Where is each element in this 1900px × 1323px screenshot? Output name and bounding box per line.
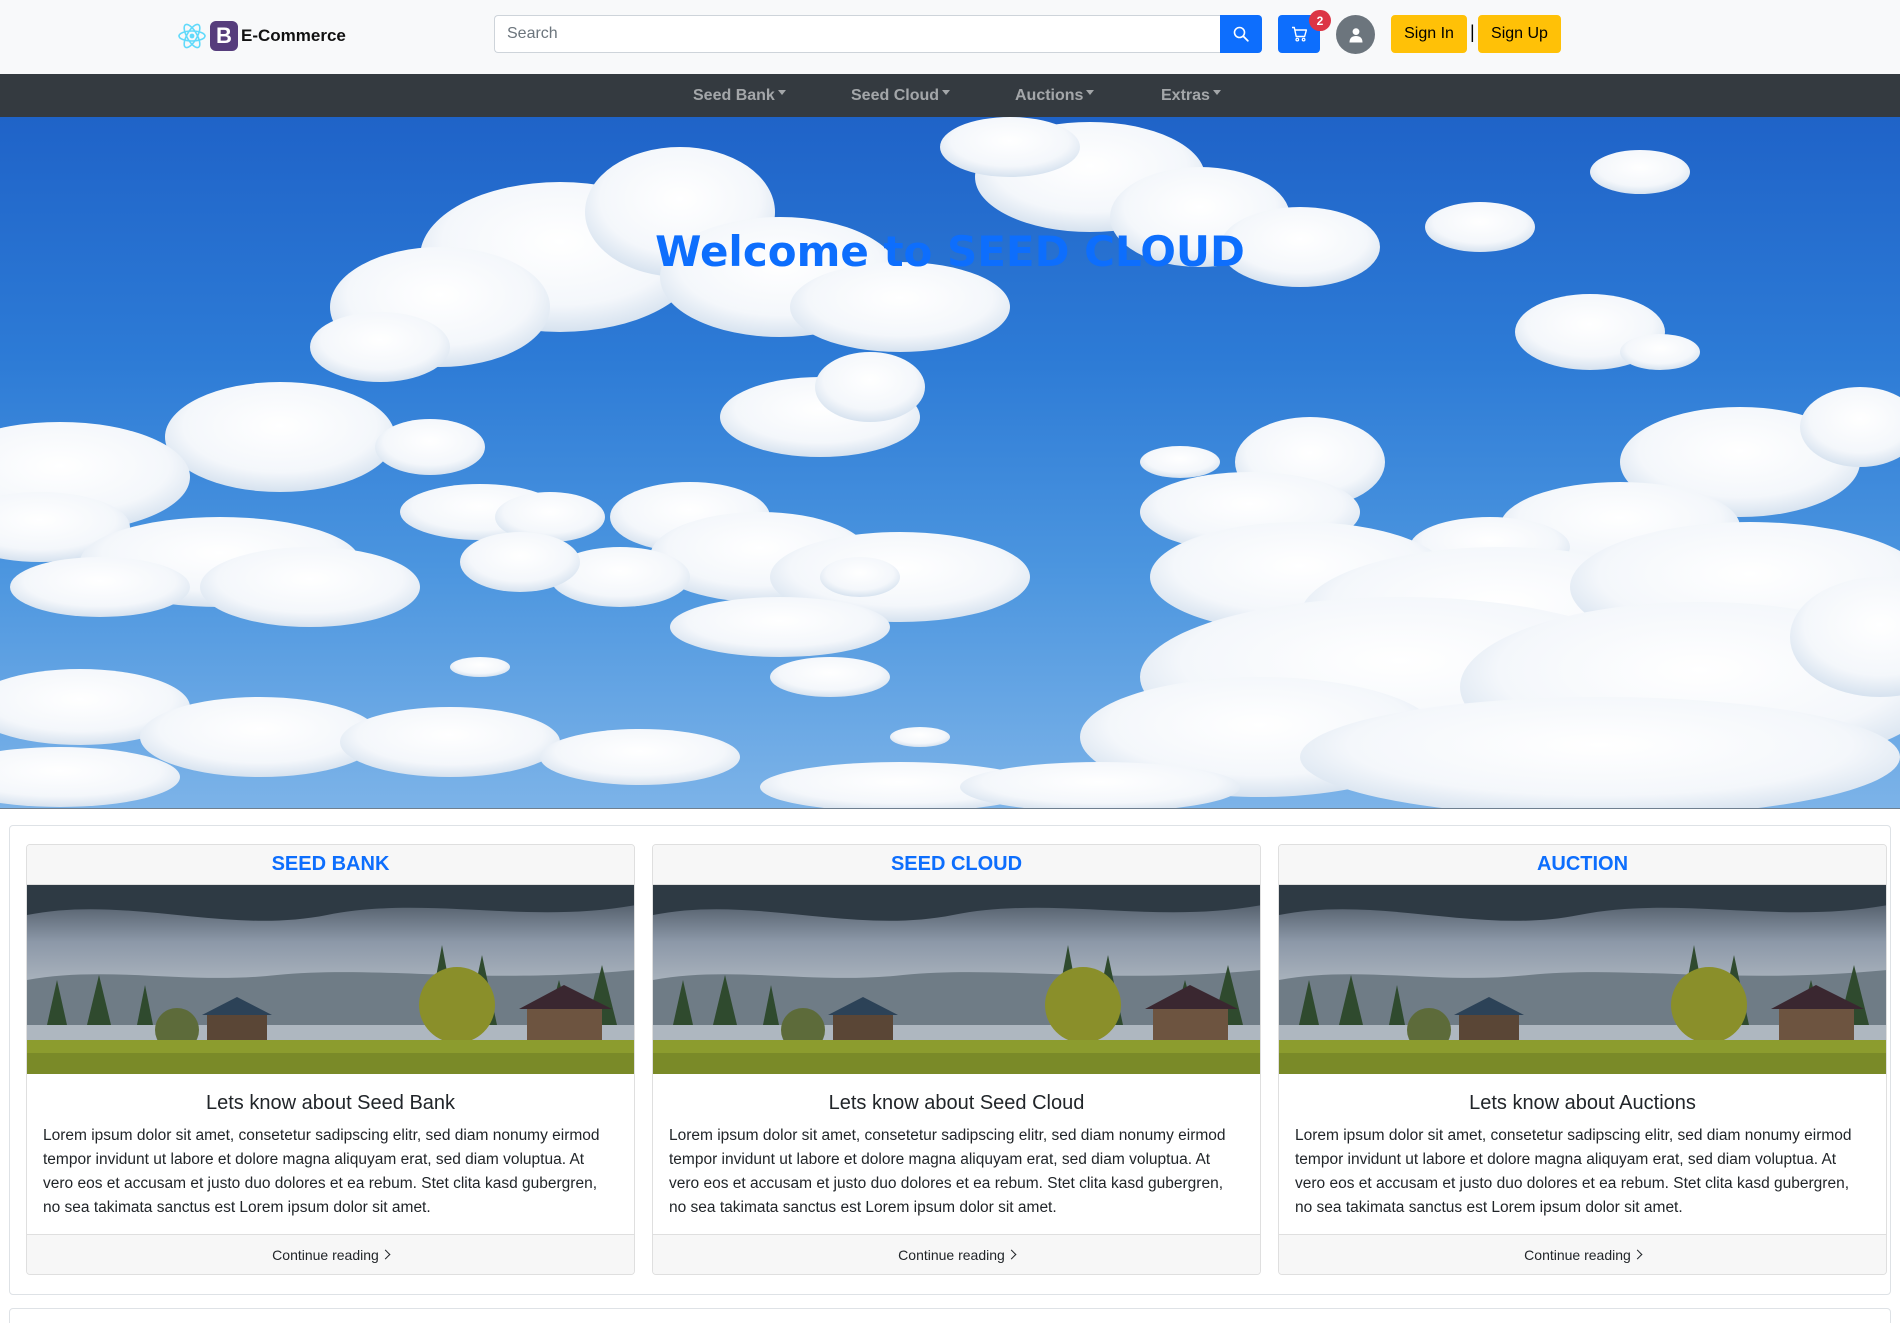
card-header: SEED BANK (27, 845, 634, 885)
search-bar (494, 15, 1262, 53)
brand-name: E-Commerce (241, 26, 346, 45)
chevron-right-icon (1006, 1249, 1017, 1260)
card-title: Lets know about Seed Cloud (828, 1092, 1085, 1114)
nav-item-label: Seed Bank (693, 86, 775, 104)
continue-reading-link[interactable]: Continue reading (27, 1234, 634, 1274)
caret-down-icon (942, 90, 951, 95)
card-title: Lets know about Seed Bank (205, 1092, 456, 1114)
landscape-image (27, 885, 634, 1074)
main-nav: Seed Bank Seed Cloud Auctions Extras (0, 74, 1900, 117)
caret-down-icon (777, 90, 786, 95)
card-text: Lorem ipsum dolor sit amet, consetetur s… (1295, 1127, 1852, 1216)
nav-item-label: Extras (1161, 86, 1210, 104)
user-avatar-button[interactable] (1336, 15, 1375, 54)
continue-reading-label: Continue reading (272, 1246, 379, 1263)
nav-seed-cloud-dropdown[interactable]: Seed Cloud (851, 74, 951, 117)
landscape-image (1279, 885, 1886, 1074)
card-seed-bank: SEED BANK Lets know about Seed Bank Lore… (26, 844, 635, 1275)
caret-down-icon (1212, 90, 1221, 95)
continue-reading-link[interactable]: Continue reading (653, 1234, 1260, 1274)
react-logo-icon (178, 23, 206, 49)
continue-reading-label: Continue reading (898, 1246, 1005, 1263)
cart-icon (1291, 26, 1307, 42)
landscape-image (653, 885, 1260, 1074)
continue-reading-label: Continue reading (1524, 1246, 1631, 1263)
next-section (9, 1308, 1891, 1323)
sign-up-button[interactable]: Sign Up (1478, 15, 1561, 53)
card-seed-cloud: SEED CLOUD Lets know about Seed Cloud Lo… (652, 844, 1261, 1275)
card-text: Lorem ipsum dolor sit amet, consetetur s… (43, 1127, 600, 1216)
search-icon (1233, 26, 1249, 42)
card-text: Lorem ipsum dolor sit amet, consetetur s… (669, 1127, 1226, 1216)
nav-extras-dropdown[interactable]: Extras (1161, 74, 1221, 117)
caret-down-icon (1086, 90, 1095, 95)
nav-auctions-dropdown[interactable]: Auctions (1015, 74, 1095, 117)
continue-reading-link[interactable]: Continue reading (1279, 1234, 1886, 1274)
chevron-right-icon (380, 1249, 391, 1260)
nav-item-label: Auctions (1015, 86, 1084, 104)
search-button[interactable] (1220, 15, 1262, 53)
hero-banner: Welcome to SEED CLOUD (0, 117, 1900, 809)
brand-logo[interactable]: B E-Commerce (177, 20, 346, 52)
card-title: Lets know about Auctions (1469, 1092, 1696, 1114)
sky-clouds-image (0, 117, 1900, 808)
nav-seed-bank-dropdown[interactable]: Seed Bank (693, 74, 786, 117)
chevron-right-icon (1632, 1249, 1643, 1260)
nav-item-label: Seed Cloud (851, 86, 940, 104)
bootstrap-logo-icon: B (210, 21, 238, 51)
button-separator: | (1470, 22, 1475, 42)
search-input[interactable] (494, 15, 1220, 53)
sign-in-button[interactable]: Sign In (1391, 15, 1467, 53)
hero-title: Welcome to SEED CLOUD (655, 227, 1245, 276)
cart-count-badge: 2 (1309, 10, 1331, 31)
card-auction: AUCTION Lets know about Auctions Lorem i… (1278, 844, 1887, 1275)
user-icon (1349, 27, 1362, 42)
card-header: SEED CLOUD (653, 845, 1260, 885)
card-header: AUCTION (1279, 845, 1886, 885)
top-header: B E-Commerce 2 Sign In | Sign Up (0, 0, 1900, 74)
